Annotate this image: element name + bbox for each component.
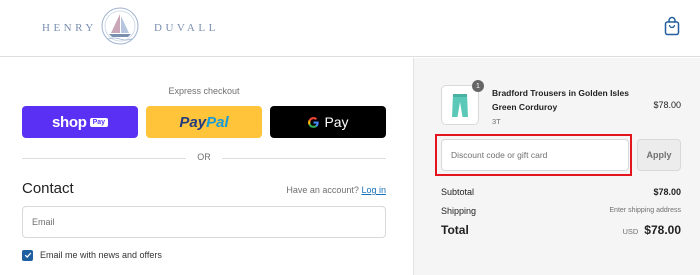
brand-name-left: HENRY — [42, 22, 97, 34]
checkout-form: Express checkout shop Pay PayPal Pay OR … — [0, 58, 413, 275]
newsletter-option[interactable]: Email me with news and offers — [22, 248, 162, 262]
apply-button[interactable]: Apply — [637, 139, 681, 171]
shipping-value: Enter shipping address — [609, 207, 681, 214]
or-label: OR — [197, 152, 211, 162]
shop-pay-button[interactable]: shop Pay — [22, 106, 138, 138]
total-value-group: USD $78.00 — [622, 223, 681, 237]
contact-heading: Contact — [22, 180, 74, 197]
header: HENRY DUVALL — [0, 0, 700, 57]
line-item: 1 Bradford Trousers in Golden Isles Gree… — [441, 80, 681, 127]
or-divider: OR — [22, 152, 386, 164]
email-field[interactable] — [23, 207, 385, 237]
product-thumbnail — [441, 85, 479, 125]
sailboat-logo-icon — [101, 7, 139, 45]
total-label: Total — [441, 223, 469, 237]
google-pay-button[interactable]: Pay — [270, 106, 386, 138]
checkmark-icon — [24, 252, 31, 259]
discount-field-wrapper — [441, 139, 629, 171]
paypal-label: PayPal — [179, 114, 228, 131]
total-value: $78.00 — [644, 223, 681, 237]
or-divider-line-right — [222, 158, 386, 159]
discount-code-field[interactable] — [442, 140, 628, 170]
login-link[interactable]: Log in — [361, 185, 386, 195]
or-divider-line-left — [22, 158, 186, 159]
have-account-label: Have an account? — [286, 185, 359, 195]
product-name: Bradford Trousers in Golden Isles Green … — [492, 88, 629, 112]
email-field-wrapper — [22, 206, 386, 238]
google-pay-text: Pay — [324, 114, 349, 130]
shop-pay-label: shop — [51, 113, 87, 131]
subtotal-row: Subtotal $78.00 — [441, 187, 681, 197]
trousers-icon — [452, 94, 468, 117]
total-currency: USD — [622, 227, 639, 236]
product-price: $78.00 — [653, 100, 681, 110]
newsletter-label: Email me with news and offers — [40, 250, 162, 260]
google-pay-label: Pay — [307, 114, 349, 130]
paypal-label-part2: Pal — [206, 113, 229, 131]
shipping-row: Shipping Enter shipping address — [441, 206, 681, 216]
shipping-label: Shipping — [441, 206, 477, 216]
brand-name-right: DUVALL — [154, 22, 219, 34]
shop-pay-badge: Pay — [89, 117, 109, 127]
subtotal-label: Subtotal — [441, 187, 475, 197]
product-variant: 3T — [492, 117, 501, 126]
paypal-label-part1: Pay — [179, 113, 207, 131]
express-checkout-label: Express checkout — [168, 86, 240, 96]
brand-logo[interactable]: HENRY DUVALL — [42, 7, 242, 46]
google-g-icon — [308, 116, 320, 128]
quantity-badge: 1 — [472, 80, 484, 92]
newsletter-checkbox[interactable] — [22, 249, 33, 261]
total-row: Total USD $78.00 — [441, 223, 681, 237]
paypal-button[interactable]: PayPal — [146, 106, 262, 138]
order-summary: 1 Bradford Trousers in Golden Isles Gree… — [413, 58, 700, 275]
shopping-bag-icon[interactable] — [664, 16, 680, 36]
have-account-text: Have an account? Log in — [286, 185, 386, 195]
subtotal-value: $78.00 — [653, 187, 681, 197]
